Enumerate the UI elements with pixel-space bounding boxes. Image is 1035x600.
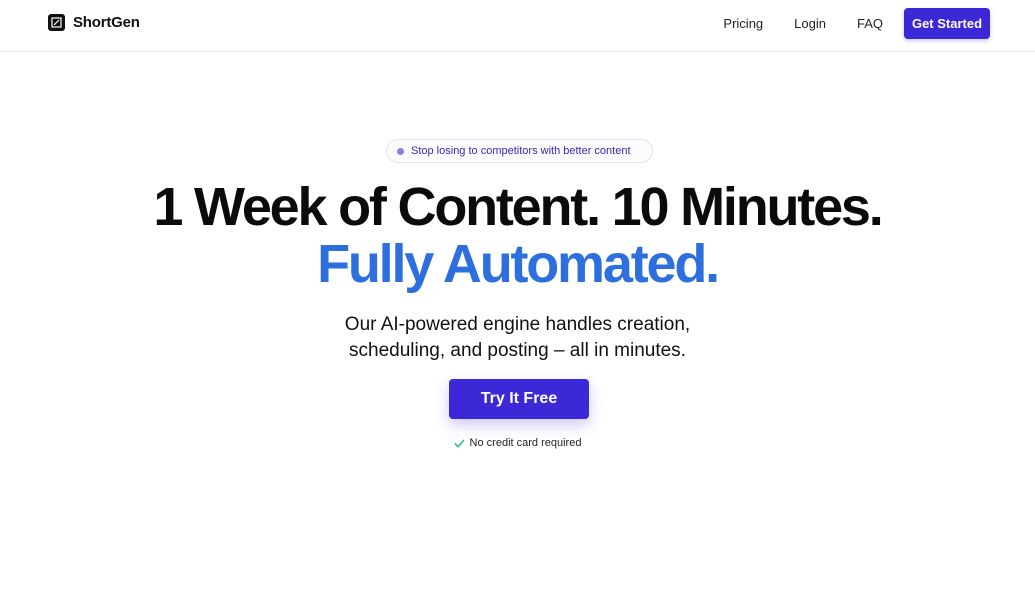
nav-link-faq[interactable]: FAQ: [857, 8, 883, 39]
subheadline-line-1: Our AI-powered engine handles creation,: [344, 314, 691, 335]
announcement-pill[interactable]: Stop losing to competitors with better c…: [386, 139, 653, 163]
get-started-button[interactable]: Get Started: [904, 8, 990, 39]
dot-icon: [397, 147, 404, 155]
subheadline-line-2: scheduling, and posting – all in minutes…: [349, 340, 686, 361]
pill-text: Stop losing to competitors with better c…: [411, 145, 631, 157]
hero-headline: 1 Week of Content. 10 Minutes.: [153, 177, 883, 237]
nav-links: Pricing Login FAQ Get Started: [723, 8, 990, 39]
logo-icon: [48, 14, 65, 31]
try-it-free-button[interactable]: Try It Free: [449, 379, 589, 419]
hero-headline-accent: Fully Automated.: [317, 234, 720, 294]
no-credit-card-note: No credit card required: [0, 437, 1035, 449]
hero-subheadline: Our AI-powered engine handles creation, …: [0, 312, 1035, 364]
navbar: ShortGen Pricing Login FAQ Get Started: [0, 0, 1035, 52]
brand[interactable]: ShortGen: [48, 14, 140, 31]
check-icon: [454, 439, 464, 447]
brand-name: ShortGen: [73, 14, 140, 31]
nav-link-pricing[interactable]: Pricing: [723, 8, 763, 39]
nav-link-login[interactable]: Login: [794, 8, 826, 39]
note-text: No credit card required: [469, 437, 582, 449]
